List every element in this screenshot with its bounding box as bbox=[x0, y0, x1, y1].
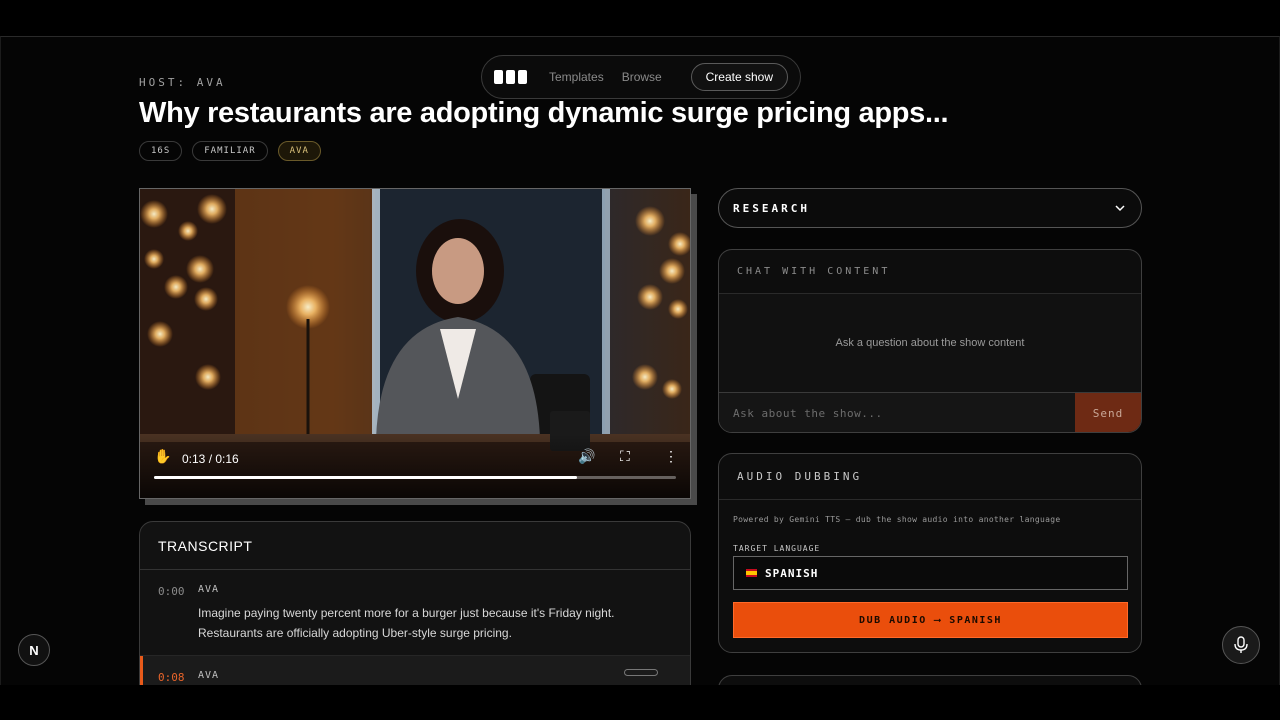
fullscreen-icon[interactable]: ⛶ bbox=[620, 448, 630, 465]
send-button[interactable]: Send bbox=[1075, 393, 1141, 432]
transcript-text-line: Imagine paying twenty percent more for a… bbox=[198, 606, 615, 620]
chat-empty-state: Ask a question about the show content bbox=[719, 294, 1141, 392]
app-badge-icon[interactable]: N bbox=[18, 634, 50, 666]
video-player[interactable]: ✋ 0:13 / 0:16 🔊 ⛶ ⋮ bbox=[139, 188, 691, 499]
next-panel bbox=[718, 675, 1142, 685]
tone-tag: FAMILIAR bbox=[192, 141, 268, 161]
host-label: HOST: AVA bbox=[139, 76, 226, 89]
research-dropdown[interactable]: RESEARCH bbox=[718, 188, 1142, 228]
volume-icon[interactable]: 🔊 bbox=[578, 448, 595, 465]
video-progress-fill bbox=[154, 476, 577, 479]
transcript-speaker: AVA bbox=[198, 584, 220, 595]
top-nav: Templates Browse Create show bbox=[481, 55, 801, 99]
microphone-icon bbox=[1234, 636, 1248, 653]
app-logo-icon[interactable] bbox=[494, 70, 527, 84]
duration-tag: 16S bbox=[139, 141, 183, 161]
microphone-button[interactable] bbox=[1222, 626, 1260, 664]
transcript-title: TRANSCRIPT bbox=[140, 522, 690, 570]
chat-input-row: Send bbox=[719, 392, 1141, 432]
transcript-text-line: Restaurants are officially adopting Uber… bbox=[198, 626, 512, 640]
transcript-panel: TRANSCRIPT 0:00 AVA Imagine paying twent… bbox=[139, 521, 691, 685]
video-controls: ✋ 0:13 / 0:16 🔊 ⛶ ⋮ bbox=[140, 434, 690, 498]
language-value: SPANISH bbox=[765, 566, 819, 580]
transcript-row[interactable]: 0:00 AVA Imagine paying twenty percent m… bbox=[140, 570, 690, 656]
dubbing-title: AUDIO DUBBING bbox=[719, 454, 1141, 500]
transcript-speaker: AVA bbox=[198, 670, 220, 681]
language-select[interactable]: SPANISH bbox=[733, 556, 1128, 590]
dubbing-description: Powered by Gemini TTS — dub the show aud… bbox=[733, 515, 1061, 524]
app-frame: Templates Browse Create show HOST: AVA W… bbox=[0, 36, 1280, 685]
nav-browse-link[interactable]: Browse bbox=[622, 70, 662, 84]
transcript-timestamp: 0:08 bbox=[158, 671, 185, 684]
more-options-icon[interactable]: ⋮ bbox=[664, 448, 678, 465]
target-language-label: TARGET LANGUAGE bbox=[733, 544, 821, 553]
video-time: 0:13 / 0:16 bbox=[182, 452, 239, 466]
dub-audio-button[interactable]: DUB AUDIO ⟶ SPANISH bbox=[733, 602, 1128, 638]
audio-dubbing-panel: AUDIO DUBBING Powered by Gemini TTS — du… bbox=[718, 453, 1142, 653]
transcript-row-active[interactable]: 0:08 AVA bbox=[140, 656, 690, 685]
playing-indicator bbox=[624, 669, 658, 676]
chat-title: CHAT WITH CONTENT bbox=[719, 250, 1141, 294]
play-pause-icon[interactable]: ✋ bbox=[154, 448, 172, 468]
spain-flag-icon bbox=[746, 569, 757, 577]
nav-templates-link[interactable]: Templates bbox=[549, 70, 604, 84]
create-show-button[interactable]: Create show bbox=[690, 63, 788, 91]
chat-panel: CHAT WITH CONTENT Ask a question about t… bbox=[718, 249, 1142, 433]
transcript-timestamp: 0:00 bbox=[158, 585, 185, 598]
research-label: RESEARCH bbox=[733, 201, 810, 215]
chevron-down-icon bbox=[1115, 205, 1125, 212]
host-tag: AVA bbox=[277, 141, 321, 161]
chat-input[interactable] bbox=[719, 393, 1075, 432]
tag-list: 16S FAMILIAR AVA bbox=[139, 141, 321, 161]
video-progress-bar[interactable] bbox=[154, 476, 676, 479]
page-title: Why restaurants are adopting dynamic sur… bbox=[139, 97, 949, 129]
